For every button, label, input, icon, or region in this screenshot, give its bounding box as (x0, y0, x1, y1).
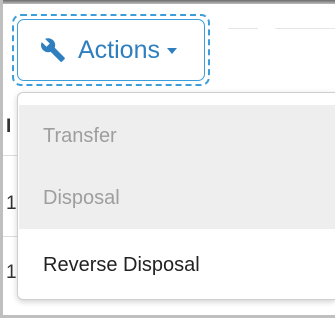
top-border (0, 0, 335, 4)
actions-dropdown-menu: Transfer Disposal Reverse Disposal (17, 92, 335, 300)
menu-item-transfer: Transfer (19, 105, 335, 167)
table-header-fragment: I (6, 116, 12, 137)
menu-item-label: Transfer (43, 124, 117, 147)
menu-item-disposal: Disposal (19, 167, 335, 229)
left-border (0, 0, 3, 318)
caret-down-icon (166, 48, 177, 54)
page: I 1 1 Actions Transfer Disposal Reverse … (0, 0, 335, 318)
menu-item-label: Reverse Disposal (43, 253, 200, 276)
header-divider (228, 28, 258, 29)
table-cell-fragment: 1 (6, 193, 17, 214)
menu-item-reverse-disposal[interactable]: Reverse Disposal (19, 234, 335, 296)
table-row-divider (3, 236, 17, 237)
actions-focus-ring: Actions (12, 14, 210, 86)
actions-button[interactable]: Actions (17, 19, 205, 81)
header-divider (275, 28, 335, 29)
wrench-icon (40, 37, 66, 63)
table-row-divider (3, 155, 17, 156)
actions-label: Actions (78, 36, 160, 64)
table-cell-fragment: 1 (6, 262, 17, 283)
menu-item-label: Disposal (43, 186, 120, 209)
